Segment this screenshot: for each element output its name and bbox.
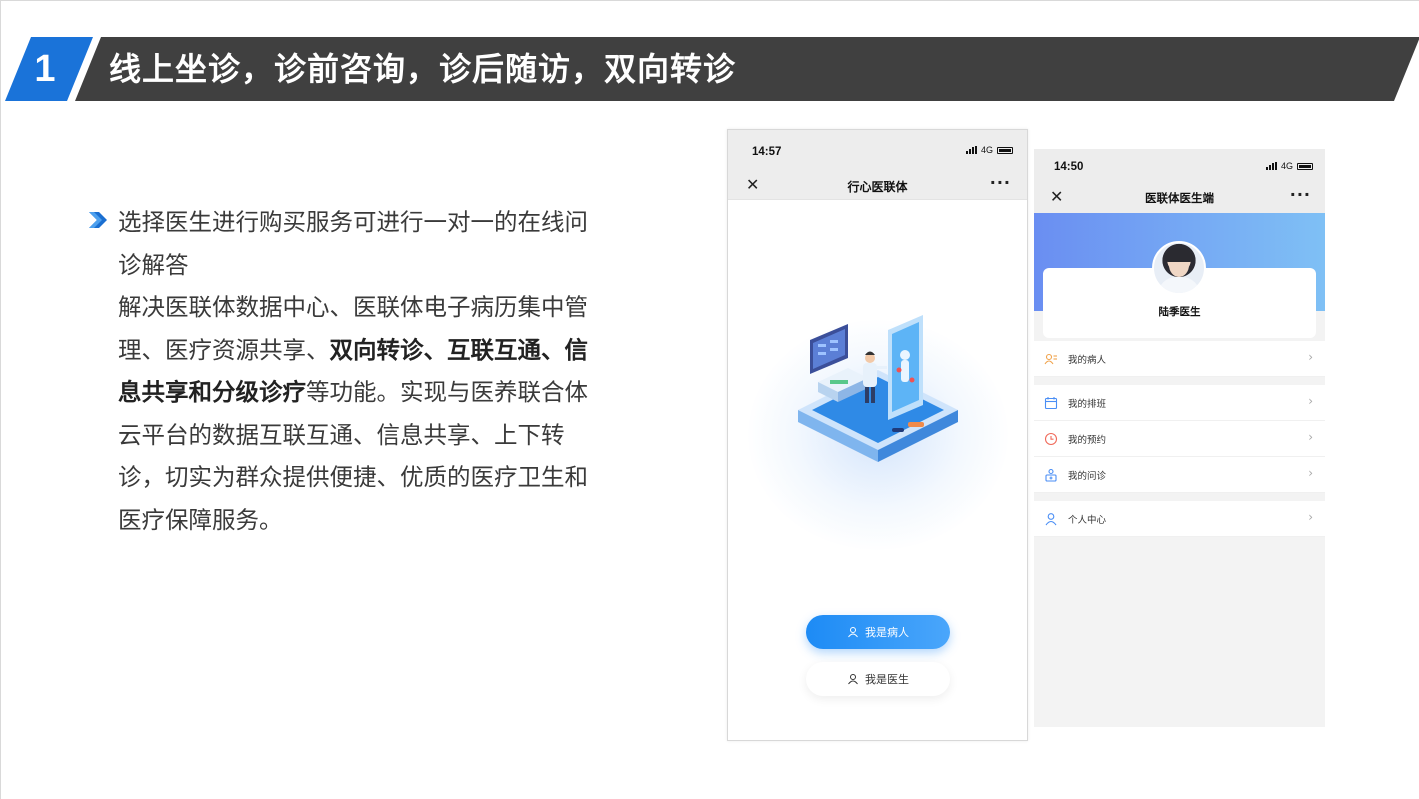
- menu-item-label: 个人中心: [1068, 515, 1107, 526]
- doctor-name: 陆季医生: [1158, 306, 1201, 318]
- user-icon: [848, 627, 858, 638]
- section-title: 线上坐诊，诊前咨询，诊后随访，双向转诊: [109, 50, 737, 88]
- battery-icon: [1297, 162, 1313, 170]
- user-icon: [1045, 513, 1057, 526]
- chevron-right-icon: [89, 212, 107, 228]
- section-number: 1: [34, 48, 56, 90]
- menu-item-my-schedule[interactable]: 我的排班 ›: [1034, 385, 1325, 421]
- chevron-right-icon: ›: [1308, 430, 1313, 444]
- avatar[interactable]: [1152, 241, 1206, 295]
- nav-bar: ✕ 医联体医生端 ···: [1034, 185, 1325, 213]
- doctor-login-button[interactable]: 我是医生: [806, 662, 950, 696]
- phone-screenshot-patient-entry: 14:57 4G ✕ 行心医联体 ··· 我是病人 我是医生: [727, 129, 1028, 741]
- profile-header: [1034, 213, 1325, 338]
- battery-icon: [997, 146, 1013, 154]
- description-paragraph-1: 选择医生进行购买服务可进行一对一的在线问诊解答: [118, 208, 588, 279]
- calendar-icon: [1044, 397, 1058, 410]
- doctor-button-label: 我是医生: [865, 673, 909, 686]
- chevron-right-icon: ›: [1308, 350, 1313, 364]
- menu-item-my-appointments[interactable]: 我的预约 ›: [1034, 421, 1325, 457]
- signal-icon: [965, 146, 977, 154]
- signal-icon: [1265, 162, 1277, 170]
- section-banner: 1 线上坐诊，诊前咨询，诊后随访，双向转诊: [1, 37, 1419, 101]
- status-time: 14:50: [1054, 161, 1084, 173]
- chevron-right-icon: ›: [1308, 466, 1313, 480]
- menu-item-my-consultations[interactable]: 我的问诊 ›: [1034, 457, 1325, 493]
- description-text: 选择医生进行购买服务可进行一对一的在线问诊解答 解决医联体数据中心、医联体电子病…: [118, 201, 598, 541]
- phone-screenshot-doctor-portal: 14:50 4G ✕ 医联体医生端 ··· 陆季医生 我的病人 › 我的排班 ›: [1034, 149, 1325, 727]
- nav-title: 医联体医生端: [1145, 191, 1214, 205]
- menu-item-personal-center[interactable]: 个人中心 ›: [1034, 501, 1325, 537]
- status-time: 14:57: [752, 146, 782, 158]
- description-paragraph-2: 解决医联体数据中心、医联体电子病历集中管理、医疗资源共享、双向转诊、互联互通、信…: [118, 286, 598, 541]
- network-label: 4G: [1280, 161, 1293, 171]
- chevron-right-icon: ›: [1308, 394, 1313, 408]
- medical-illustration: [798, 315, 958, 462]
- patient-login-button[interactable]: 我是病人: [806, 615, 950, 649]
- more-icon[interactable]: ···: [990, 173, 1011, 192]
- menu-item-label: 我的预约: [1068, 435, 1107, 446]
- status-bar: 14:50 4G: [1034, 149, 1325, 185]
- user-icon: [848, 674, 858, 685]
- nav-title: 行心医联体: [847, 180, 908, 194]
- menu-item-label: 我的排班: [1068, 399, 1107, 410]
- menu-item-my-patients[interactable]: 我的病人 ›: [1034, 341, 1325, 377]
- status-bar: 14:57 4G: [728, 130, 1027, 172]
- patient-button-label: 我是病人: [865, 626, 909, 639]
- more-icon[interactable]: ···: [1290, 185, 1311, 204]
- nav-bar: ✕ 行心医联体 ···: [728, 172, 1027, 200]
- chevron-right-icon: ›: [1308, 510, 1313, 524]
- status-indicators: 4G: [1265, 161, 1313, 171]
- consult-icon: [1045, 468, 1057, 482]
- status-indicators: 4G: [965, 145, 1013, 155]
- menu-item-label: 我的病人: [1068, 355, 1107, 366]
- network-label: 4G: [980, 145, 993, 155]
- clock-icon: [1044, 432, 1058, 446]
- doctor-menu: 我的病人 › 我的排班 › 我的预约 › 我的问诊 › 个人中心 ›: [1034, 341, 1325, 537]
- patients-icon: [1044, 353, 1057, 365]
- menu-item-label: 我的问诊: [1068, 471, 1107, 482]
